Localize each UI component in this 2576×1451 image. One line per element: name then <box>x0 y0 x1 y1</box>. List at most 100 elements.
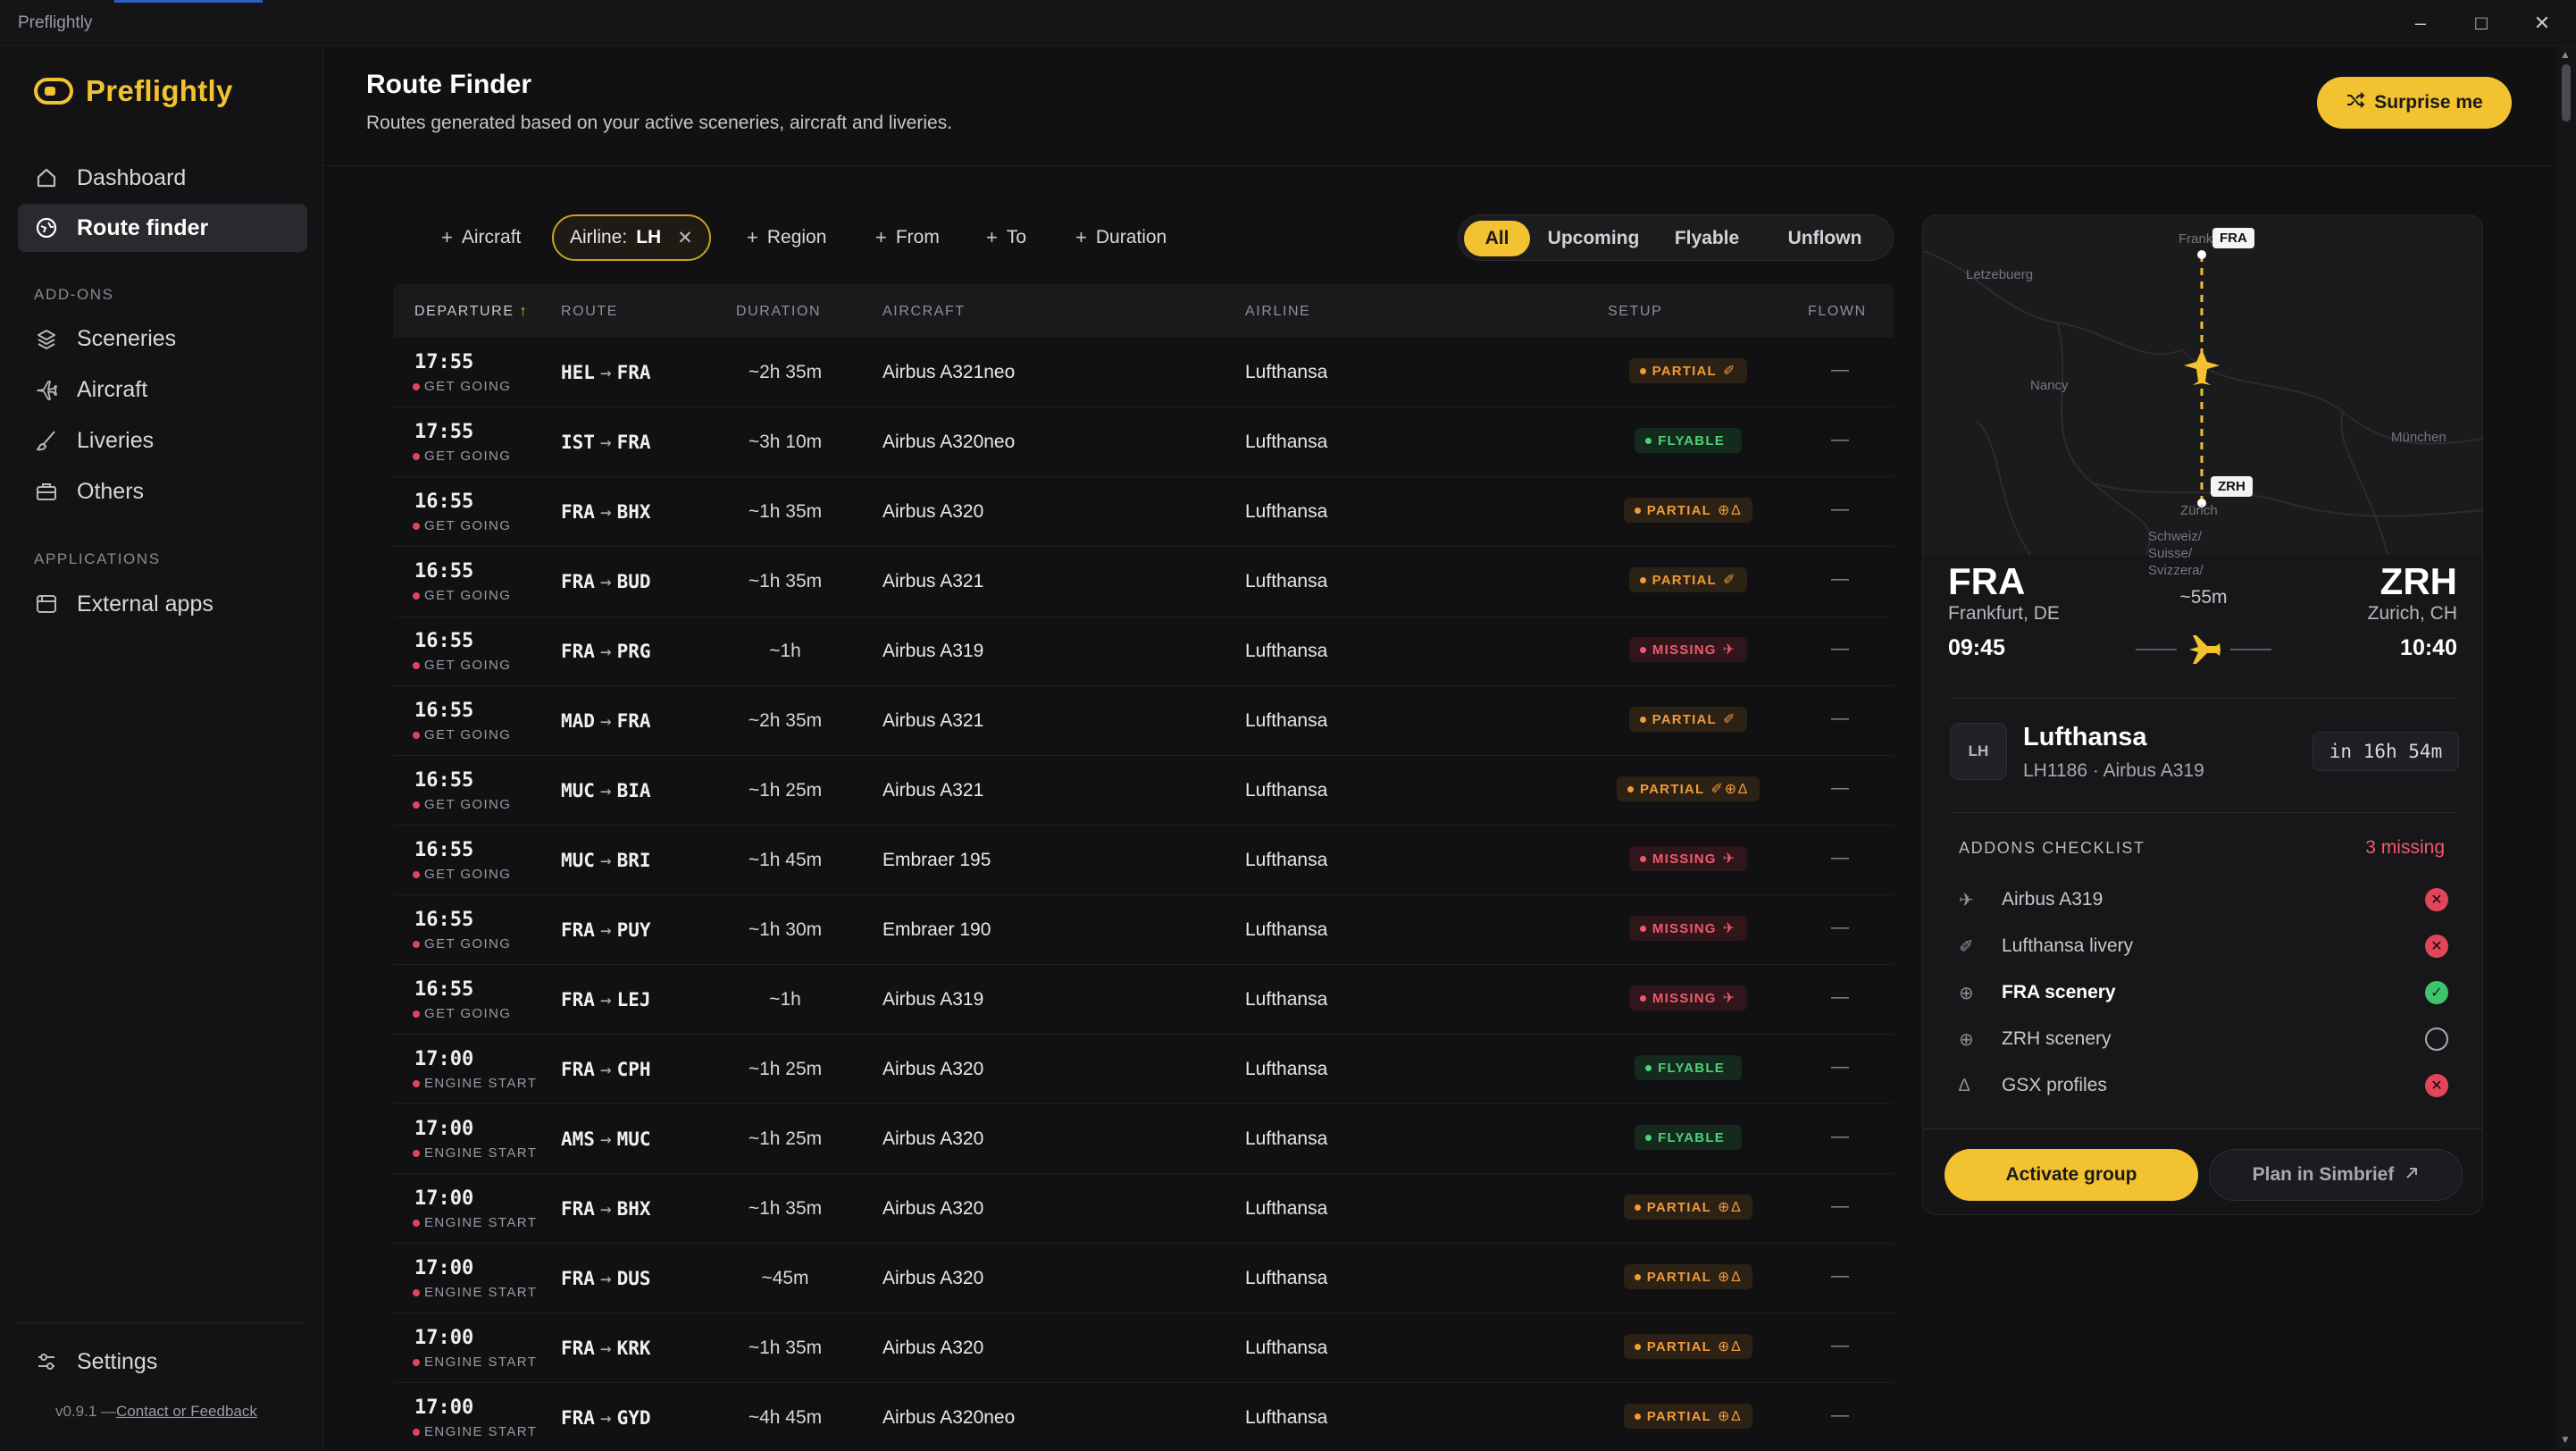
scroll-down-icon[interactable]: ▼ <box>2560 1433 2571 1446</box>
sidebar-item-settings[interactable]: Settings <box>18 1338 307 1386</box>
route: FRA → KRK <box>561 1338 651 1359</box>
filter-to[interactable]: + To <box>970 214 1042 261</box>
arrow-right-icon: → <box>599 989 612 1011</box>
clear-filter-icon[interactable]: ✕ <box>677 227 693 249</box>
departure-time: 16:55 <box>414 909 474 931</box>
missing-addon-icons: ⊕∆ <box>1718 1200 1743 1215</box>
sidebar-item-external-apps[interactable]: External apps <box>18 580 307 628</box>
column-route[interactable]: ROUTE <box>561 304 618 320</box>
column-flown[interactable]: FLOWN <box>1808 304 1867 320</box>
status-dot-icon <box>413 1428 420 1436</box>
aircraft: Airbus A320neo <box>882 1407 1016 1428</box>
filter-duration[interactable]: + Duration <box>1059 214 1183 261</box>
briefcase-icon <box>34 479 59 504</box>
checklist-item[interactable]: ⊕ ZRH scenery <box>1959 1016 2448 1062</box>
route: FRA → BHX <box>561 1198 651 1220</box>
airline: Lufthansa <box>1245 501 1328 522</box>
filter-aircraft[interactable]: + Aircraft <box>425 214 537 261</box>
sidebar-item-label: External apps <box>77 591 213 616</box>
status-dot-icon <box>1639 646 1646 653</box>
tab-flyable[interactable]: Flyable <box>1657 221 1757 256</box>
origin-code: FRA <box>1948 560 2026 602</box>
sidebar-item-aircraft[interactable]: Aircraft <box>18 365 307 414</box>
setup-badge: PARTIAL ⊕∆ <box>1623 1404 1753 1429</box>
aircraft: Embraer 195 <box>882 850 991 870</box>
tab-upcoming[interactable]: Upcoming <box>1537 221 1650 256</box>
minimize-icon[interactable]: – <box>2405 9 2437 38</box>
feedback-link[interactable]: Contact or Feedback <box>116 1403 257 1420</box>
duration: ~2h 35m <box>748 362 823 382</box>
route: IST → FRA <box>561 432 651 453</box>
table-row[interactable]: 17:00 ENGINE START FRA → CPH ~1h 25m Airbus A3… <box>393 1035 1894 1104</box>
missing-addon-icons: ⊕∆ <box>1718 1339 1743 1355</box>
table-row[interactable]: 17:00 ENGINE START FRA → GYD ~4h 45m Airbus A3… <box>393 1383 1894 1451</box>
table-row[interactable]: 16:55 GET GOING MUC → BRI ~1h 45m Embraer 195 L… <box>393 826 1894 895</box>
sidebar-item-route-finder[interactable]: Route finder <box>18 204 307 252</box>
table-row[interactable]: 16:55 GET GOING MAD → FRA ~2h 35m Airbus A321 L… <box>393 686 1894 756</box>
route: FRA → CPH <box>561 1059 651 1080</box>
flown-value: — <box>1831 1057 1849 1077</box>
status-label: GET GOING <box>413 936 511 952</box>
route-map[interactable]: Letzebuerg Nancy München Schweiz/ Suisse… <box>1923 215 2482 578</box>
brand-logo[interactable]: Preflightly <box>34 71 233 111</box>
status-dot-icon <box>413 1079 420 1087</box>
logo-icon <box>34 78 73 105</box>
tab-unflown[interactable]: Unflown <box>1764 221 1886 256</box>
surprise-me-button[interactable]: Surprise me <box>2317 77 2512 129</box>
table-row[interactable]: 16:55 GET GOING FRA → BHX ~1h 35m Airbus A320 L… <box>393 477 1894 547</box>
flown-value: — <box>1831 1196 1849 1216</box>
close-icon[interactable]: ✕ <box>2526 9 2558 38</box>
sidebar-item-sceneries[interactable]: Sceneries <box>18 315 307 363</box>
checklist-item[interactable]: ∆ GSX profiles ✕ <box>1959 1062 2448 1109</box>
table-row[interactable]: 16:55 GET GOING MUC → BIA ~1h 25m Airbus A321 L… <box>393 756 1894 826</box>
sidebar-item-others[interactable]: Others <box>18 467 307 516</box>
airline: Lufthansa <box>1245 432 1328 452</box>
status-dot-icon <box>413 522 420 530</box>
column-departure[interactable]: DEPARTURE ↑ <box>414 304 528 320</box>
sidebar-item-dashboard[interactable]: Dashboard <box>18 154 307 202</box>
table-row[interactable]: 16:55 GET GOING FRA → PUY ~1h 30m Embraer 190 L… <box>393 895 1894 965</box>
checklist-item-label: GSX profiles <box>2002 1075 2107 1095</box>
filter-airline[interactable]: Airline: LH ✕ <box>552 214 711 261</box>
table-row[interactable]: 16:55 GET GOING FRA → PRG ~1h Airbus A319 Lufth… <box>393 616 1894 686</box>
flown-value: — <box>1831 778 1849 798</box>
filter-region[interactable]: + Region <box>731 214 842 261</box>
activate-group-button[interactable]: Activate group <box>1945 1149 2198 1201</box>
sidebar-item-liveries[interactable]: Liveries <box>18 416 307 465</box>
table-row[interactable]: 17:00 ENGINE START FRA → BHX ~1h 35m Airbus A3… <box>393 1174 1894 1244</box>
tab-all[interactable]: All <box>1464 221 1530 256</box>
checklist-item[interactable]: ✈ Airbus A319 ✕ <box>1959 876 2448 923</box>
map-label: Letzebuerg <box>1966 267 2034 282</box>
column-duration[interactable]: DURATION <box>736 304 821 320</box>
scrollbar[interactable]: ▲ ▼ <box>2556 46 2576 1451</box>
maximize-icon[interactable]: □ <box>2465 9 2497 38</box>
table-row[interactable]: 17:55 GET GOING IST → FRA ~3h 10m Airbus A320n… <box>393 407 1894 477</box>
table-row[interactable]: 17:00 ENGINE START FRA → KRK ~1h 35m Airbus A3… <box>393 1313 1894 1383</box>
checklist-item-label: Airbus A319 <box>2002 889 2103 910</box>
route: FRA → DUS <box>561 1268 651 1289</box>
plan-simbrief-button[interactable]: Plan in Simbrief <box>2209 1149 2463 1201</box>
setup-cell: PARTIAL ✐ <box>1608 567 1769 592</box>
status-dot-icon <box>1645 1064 1652 1071</box>
filter-from[interactable]: + From <box>859 214 956 261</box>
duration: ~45m <box>761 1268 809 1288</box>
table-row[interactable]: 17:00 ENGINE START FRA → DUS ~45m Airbus A320 L… <box>393 1244 1894 1313</box>
sliders-icon <box>34 1349 59 1374</box>
checklist-item[interactable]: ✐ Lufthansa livery ✕ <box>1959 923 2448 969</box>
table-row[interactable]: 17:00 ENGINE START AMS → MUC ~1h 25m Airbus A3… <box>393 1104 1894 1174</box>
flown-value: — <box>1831 499 1849 519</box>
column-aircraft[interactable]: AIRCRAFT <box>882 304 966 320</box>
table-row[interactable]: 16:55 GET GOING FRA → LEJ ~1h Airbus A319 Lufth… <box>393 965 1894 1035</box>
column-setup[interactable]: SETUP <box>1608 304 1662 320</box>
flown-value: — <box>1831 918 1849 937</box>
status-dot-icon <box>413 1010 420 1018</box>
scroll-thumb[interactable] <box>2562 64 2571 122</box>
table-row[interactable]: 17:55 GET GOING HEL → FRA ~2h 35m Airbus A321n… <box>393 338 1894 407</box>
status-dot-icon <box>413 940 420 948</box>
column-airline[interactable]: AIRLINE <box>1245 304 1310 320</box>
checklist-item[interactable]: ⊕ FRA scenery ✓ <box>1959 969 2448 1016</box>
setup-badge: PARTIAL ✐ <box>1628 358 1748 383</box>
airline: Lufthansa <box>1245 641 1328 661</box>
scroll-up-icon[interactable]: ▲ <box>2560 48 2571 61</box>
table-row[interactable]: 16:55 GET GOING FRA → BUD ~1h 35m Airbus A321 L… <box>393 547 1894 616</box>
